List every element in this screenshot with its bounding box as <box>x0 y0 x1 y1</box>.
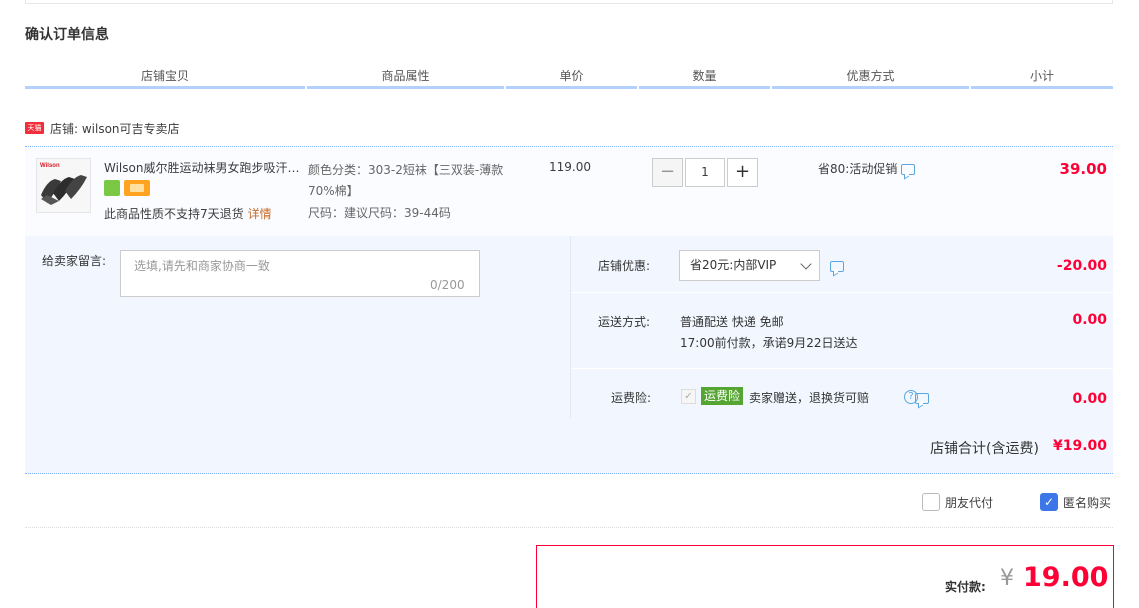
sku-size: 尺码：建议尺码：39-44码 <box>308 206 451 220</box>
column-header-unit-price: 单价 <box>506 67 637 89</box>
quantity-stepper: − 1 + <box>652 158 758 187</box>
column-header-attributes: 商品属性 <box>307 67 504 89</box>
friend-pay-checkbox[interactable] <box>922 493 940 511</box>
message-counter: 0/200 <box>430 278 465 292</box>
anonymous-checkbox[interactable]: ✓ <box>1040 493 1058 511</box>
increase-button[interactable]: + <box>727 158 758 187</box>
shipping-info: 普通配送 快递 免邮 17:00前付款，承诺9月22日送达 <box>680 312 858 354</box>
friend-pay-label[interactable]: 朋友代付 <box>945 494 993 511</box>
decrease-button[interactable]: − <box>652 158 683 187</box>
insurance-desc: 卖家赠送，退换货可赔 <box>749 391 870 405</box>
shipping-label: 运送方式: <box>598 315 651 329</box>
shipping-promise: 17:00前付款，承诺9月22日送达 <box>680 336 858 350</box>
shop-discount-amount: -20.00 <box>1056 258 1107 274</box>
payment-currency: ¥ <box>1000 566 1014 591</box>
shop-discount-selected: 省20元:内部VIP <box>690 258 777 272</box>
details-link[interactable]: 详情 <box>248 207 272 221</box>
divider <box>25 146 1113 147</box>
chat-icon[interactable] <box>830 261 844 272</box>
sock-image-icon: Wilson <box>37 159 90 212</box>
divider <box>571 368 1113 369</box>
no-return-text: 此商品性质不支持7天退货 <box>104 207 244 221</box>
insurance-amount: 0.00 <box>1072 391 1107 407</box>
column-header-subtotal: 小计 <box>971 67 1113 89</box>
message-placeholder: 选填,请先和商家协商一致 <box>134 259 270 273</box>
shop-total-label: 店铺合计(含运费) <box>930 441 1039 457</box>
divider <box>571 292 1113 293</box>
quantity-input[interactable]: 1 <box>685 158 725 187</box>
section-title: 确认订单信息 <box>25 27 109 43</box>
product-thumbnail[interactable]: Wilson <box>36 158 91 213</box>
shop-name[interactable]: 店铺: wilson可吉专卖店 <box>50 120 180 137</box>
service-badge-icon <box>104 180 120 196</box>
insurance-tag: 运费险 <box>701 387 744 405</box>
shop-row: 天猫 店铺: wilson可吉专卖店 <box>25 119 180 137</box>
item-subtotal: 39.00 <box>1059 160 1107 178</box>
column-header-quantity: 数量 <box>639 67 770 89</box>
tmall-icon: 天猫 <box>25 122 44 134</box>
help-icon[interactable]: ? <box>904 390 918 404</box>
shop-total-value: ¥19.00 <box>1052 438 1107 454</box>
promotion-text: 省80:活动促销 <box>818 162 898 176</box>
thumb-brand-text: Wilson <box>40 163 60 169</box>
chat-icon[interactable] <box>901 164 916 175</box>
unit-price: 119.00 <box>549 160 591 174</box>
sku-color: 颜色分类：303-2短袜【三双装-薄款70%棉】 <box>308 163 504 198</box>
payment-amount: 19.00 <box>1023 562 1109 593</box>
anonymous-label[interactable]: 匿名购买 <box>1063 494 1111 511</box>
message-label: 给卖家留言: <box>42 254 107 268</box>
shop-discount-label: 店铺优惠: <box>598 259 651 273</box>
no-return-notice: 此商品性质不支持7天退货 详情 <box>104 205 272 222</box>
product-title[interactable]: Wilson威尔胜运动袜男女跑步吸汗透气短袜 <box>104 159 304 176</box>
top-border <box>25 0 1113 4</box>
column-header-shop-item: 店铺宝贝 <box>25 67 305 89</box>
shipping-amount: 0.00 <box>1072 312 1107 328</box>
card-payment-icon <box>124 180 150 196</box>
shipping-method: 普通配送 快递 免邮 <box>680 315 784 329</box>
shop-discount-select[interactable]: 省20元:内部VIP <box>679 250 820 281</box>
chevron-down-icon <box>800 258 812 270</box>
promotion: 省80:活动促销 <box>818 160 916 177</box>
column-header-discount: 优惠方式 <box>772 67 969 89</box>
payment-label: 实付款: <box>945 580 986 594</box>
insurance-label: 运费险: <box>611 391 652 405</box>
insurance-checkbox: ✓ <box>681 389 696 404</box>
divider <box>25 527 1113 528</box>
